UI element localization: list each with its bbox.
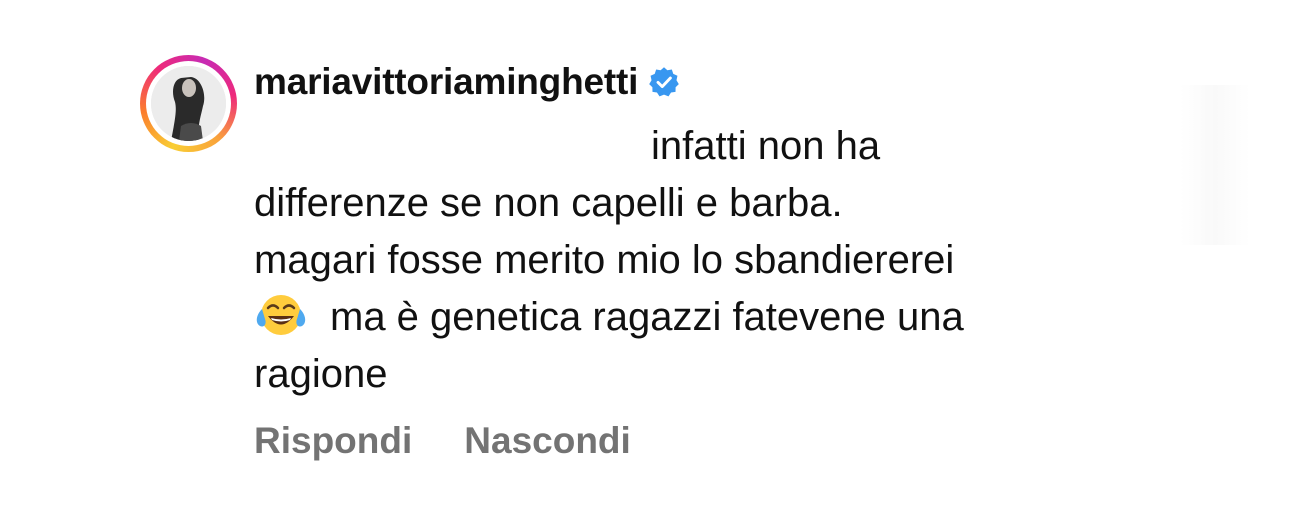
comment-text: infatti non ha differenze se non capelli… [254,118,1154,403]
username[interactable]: mariavittoriaminghetti [254,61,638,103]
profile-picture [151,66,226,141]
comment-line-4-wrapper: ma è genetica ragazzi fatevene una [254,289,1154,346]
comment-header: mariavittoriaminghetti [254,58,680,106]
like-area[interactable] [1180,85,1250,245]
face-with-tears-of-joy-icon [254,293,308,337]
comment-line-4: ma è genetica ragazzi fatevene una [330,295,964,339]
reply-button[interactable]: Rispondi [254,420,412,462]
comment-line-1: infatti non ha [651,124,881,168]
hide-button[interactable]: Nascondi [464,420,631,462]
comment-line-2: differenze se non capelli e barba. [254,181,843,225]
avatar[interactable] [140,55,237,152]
avatar-border [146,61,231,146]
comment-line-3: magari fosse merito mio lo sbandiererei [254,238,955,282]
verified-badge-icon [648,66,680,98]
comment-actions: Rispondi Nascondi [254,420,631,462]
comment-line-5: ragione [254,352,388,396]
